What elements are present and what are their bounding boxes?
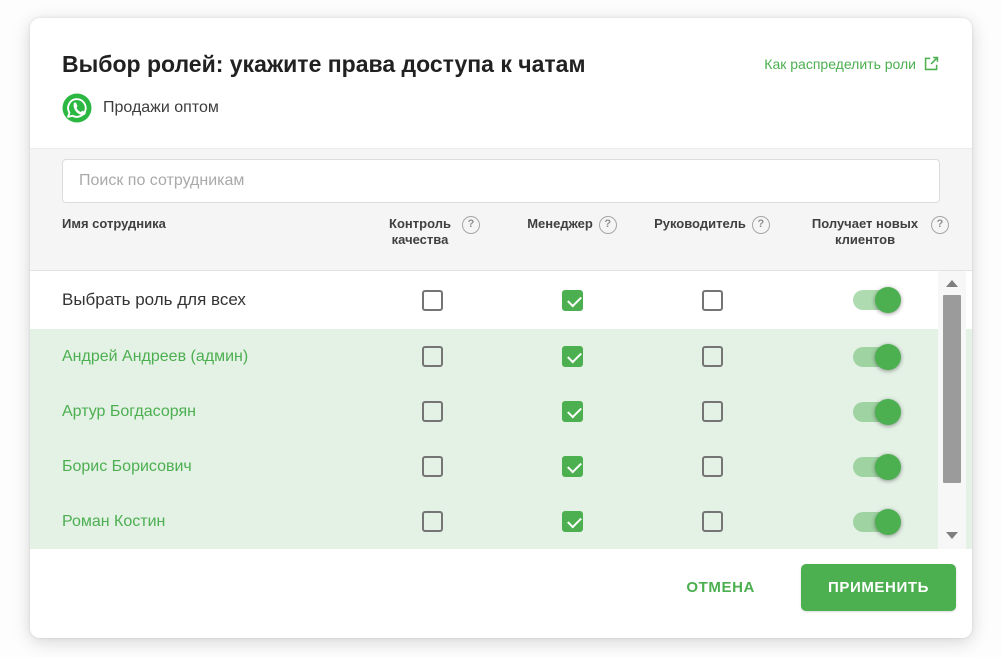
channel-name: Продажи оптом (103, 99, 219, 117)
role-selection-dialog: Выбор ролей: укажите права доступа к чат… (30, 18, 972, 638)
help-link-label: Как распределить роли (764, 56, 916, 72)
employee-rows: Андрей Андреев (админ) Артур Богдасорян (30, 329, 972, 549)
dialog-header: Выбор ролей: укажите права доступа к чат… (30, 18, 972, 148)
quality-control-checkbox[interactable] (422, 346, 443, 367)
new-clients-toggle[interactable] (853, 399, 901, 425)
manager-checkbox[interactable] (562, 511, 583, 532)
employee-name: Борис Борисович (62, 458, 192, 475)
table-header: Имя сотрудника Контроль качества ? Менед… (30, 216, 972, 248)
supervisor-checkbox[interactable] (702, 346, 723, 367)
new-clients-toggle[interactable] (853, 344, 901, 370)
quality-control-checkbox[interactable] (422, 456, 443, 477)
employee-row: Борис Борисович (30, 439, 972, 494)
quality-control-checkbox[interactable] (422, 401, 443, 422)
toggle-knob (875, 454, 901, 480)
whatsapp-icon (62, 93, 92, 123)
employee-name: Андрей Андреев (админ) (62, 348, 248, 365)
toggle-knob (875, 399, 901, 425)
employee-row: Андрей Андреев (админ) (30, 329, 972, 384)
supervisor-checkbox[interactable] (702, 290, 723, 311)
supervisor-checkbox[interactable] (702, 511, 723, 532)
toggle-knob (875, 344, 901, 370)
scrollbar-down-arrow[interactable] (938, 527, 966, 543)
new-clients-toggle[interactable] (853, 287, 901, 313)
cancel-button[interactable]: ОТМЕНА (672, 569, 769, 606)
quality-control-checkbox[interactable] (422, 290, 443, 311)
supervisor-checkbox[interactable] (702, 401, 723, 422)
question-circle-icon[interactable]: ? (599, 216, 617, 234)
manager-checkbox[interactable] (562, 401, 583, 422)
column-header-supervisor: Руководитель ? (642, 216, 782, 248)
column-header-manager: Менеджер ? (502, 216, 642, 248)
channel: Продажи оптом (62, 93, 940, 123)
employee-row: Артур Богдасорян (30, 384, 972, 439)
scrollbar[interactable] (938, 271, 966, 549)
employee-name: Роман Костин (62, 513, 165, 530)
manager-checkbox[interactable] (562, 346, 583, 367)
employee-name: Артур Богдасорян (62, 403, 196, 420)
new-clients-toggle[interactable] (853, 509, 901, 535)
question-circle-icon[interactable]: ? (462, 216, 480, 234)
select-all-label: Выбрать роль для всех (62, 290, 246, 309)
apply-button[interactable]: ПРИМЕНИТЬ (801, 564, 956, 611)
supervisor-checkbox[interactable] (702, 456, 723, 477)
quality-control-checkbox[interactable] (422, 511, 443, 532)
filter-section: Имя сотрудника Контроль качества ? Менед… (30, 148, 972, 272)
manager-checkbox[interactable] (562, 290, 583, 311)
external-link-icon (923, 55, 940, 72)
scrollbar-thumb[interactable] (943, 295, 961, 483)
dialog-footer: ОТМЕНА ПРИМЕНИТЬ (30, 549, 972, 638)
manager-checkbox[interactable] (562, 456, 583, 477)
column-header-quality-control: Контроль качества ? (362, 216, 502, 248)
toggle-knob (875, 287, 901, 313)
column-header-new-clients: Получает новых клиентов ? (782, 216, 972, 248)
question-circle-icon[interactable]: ? (931, 216, 949, 234)
toggle-knob (875, 509, 901, 535)
dialog-title: Выбор ролей: укажите права доступа к чат… (62, 50, 585, 78)
search-input[interactable] (62, 159, 940, 203)
scrollbar-up-arrow[interactable] (938, 275, 966, 291)
select-all-row: Выбрать роль для всех (30, 271, 972, 329)
table-body: Выбрать роль для всех Андрей Андреев (ад… (30, 271, 972, 549)
column-header-employee-name: Имя сотрудника (30, 216, 362, 248)
page-background: Выбор ролей: укажите права доступа к чат… (0, 0, 1002, 657)
question-circle-icon[interactable]: ? (752, 216, 770, 234)
new-clients-toggle[interactable] (853, 454, 901, 480)
help-link[interactable]: Как распределить роли (764, 55, 940, 72)
employee-row: Роман Костин (30, 494, 972, 549)
